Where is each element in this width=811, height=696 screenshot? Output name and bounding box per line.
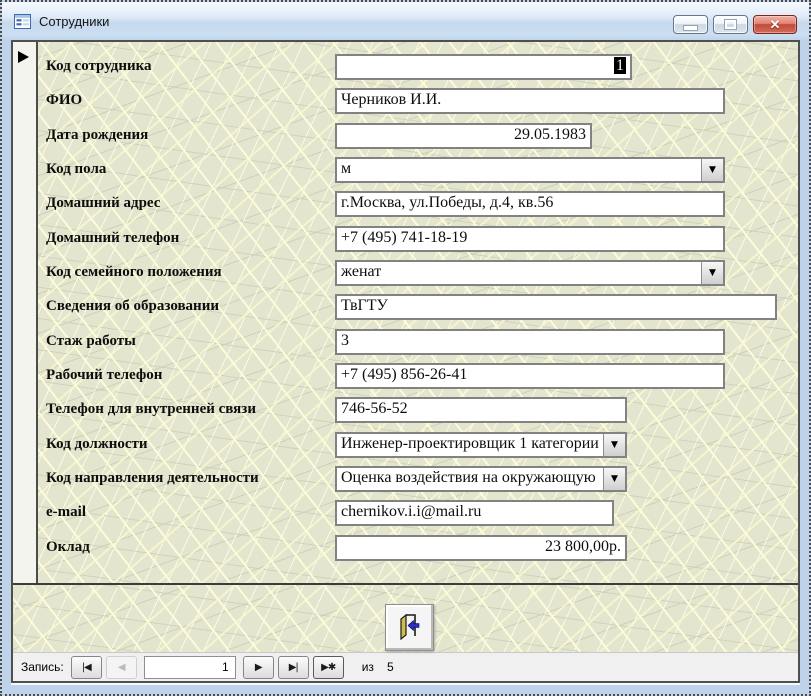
previous-record-icon: ◀ (118, 662, 125, 673)
home-phone-field[interactable]: +7 (495) 741-18-19 (335, 226, 725, 252)
maximize-icon (725, 20, 736, 29)
next-record-button[interactable]: ▶ (243, 656, 274, 679)
email-field[interactable]: chernikov.i.i@mail.ru (335, 500, 614, 526)
label-gender-code: Код пола (46, 161, 106, 178)
gender-combo[interactable]: м ▼ (335, 157, 725, 183)
exit-door-icon (398, 613, 422, 643)
close-icon: ✕ (770, 18, 781, 31)
label-education: Сведения об образовании (46, 298, 219, 315)
next-record-icon: ▶ (255, 662, 262, 673)
dropdown-arrow-icon[interactable]: ▼ (603, 468, 625, 490)
last-record-icon: ▶| (289, 662, 298, 673)
label-marital-status: Код семейного положения (46, 264, 222, 281)
home-address-field[interactable]: г.Москва, ул.Победы, д.4, кв.56 (335, 191, 725, 217)
full-name-field[interactable]: Черников И.И. (335, 88, 725, 114)
activity-direction-combo[interactable]: Оценка воздействия на окружающую ▼ (335, 466, 627, 492)
new-record-button[interactable]: ▶✱ (313, 656, 344, 679)
current-record-input[interactable]: 1 (144, 656, 236, 679)
employee-code-field[interactable]: 1 (335, 54, 632, 80)
record-selector-bar[interactable] (13, 42, 38, 583)
record-count-of-label: из (362, 660, 374, 674)
combo-value: Оценка воздействия на окружающую (341, 469, 596, 486)
record-label: Запись: (21, 660, 64, 674)
marital-status-combo[interactable]: женат ▼ (335, 260, 725, 286)
previous-record-button[interactable]: ◀ (106, 656, 137, 679)
label-salary: Оклад (46, 539, 90, 556)
label-work-experience: Стаж работы (46, 333, 136, 350)
window-controls: ✕ (673, 15, 797, 34)
label-home-phone: Домашний телефон (46, 230, 179, 247)
salary-field[interactable]: 23 800,00р. (335, 535, 627, 561)
label-activity-direction: Код направления деятельности (46, 470, 259, 487)
label-full-name: ФИО (46, 92, 82, 109)
access-form-window: Сотрудники ✕ Код сотрудника 1 ФИО Черник… (0, 0, 811, 696)
education-field[interactable]: ТвГТУ (335, 294, 777, 320)
record-navigation-bar: Запись: |◀ ◀ 1 ▶ ▶| ▶✱ из 5 (13, 652, 798, 681)
label-position-code: Код должности (46, 436, 148, 453)
form-client-area: Код сотрудника 1 ФИО Черников И.И. Дата … (11, 40, 800, 683)
combo-value: Инженер-проектировщик 1 категории (341, 435, 599, 452)
birth-date-field[interactable]: 29.05.1983 (335, 123, 592, 149)
combo-value: м (341, 160, 351, 177)
current-record-arrow-icon (18, 51, 29, 63)
maximize-button[interactable] (713, 15, 748, 34)
dropdown-arrow-icon[interactable]: ▼ (701, 262, 723, 284)
last-record-button[interactable]: ▶| (278, 656, 309, 679)
label-work-phone: Рабочий телефон (46, 367, 162, 384)
minimize-button[interactable] (673, 15, 708, 34)
window-title: Сотрудники (39, 14, 109, 29)
internal-phone-field[interactable]: 746-56-52 (335, 397, 627, 423)
minimize-icon (683, 25, 698, 31)
new-record-icon: ▶✱ (321, 662, 335, 673)
label-home-address: Домашний адрес (46, 195, 160, 212)
form-footer-section (13, 585, 798, 652)
label-internal-phone: Телефон для внутренней связи (46, 401, 256, 418)
first-record-icon: |◀ (82, 662, 91, 673)
position-combo[interactable]: Инженер-проектировщик 1 категории ▼ (335, 432, 627, 458)
record-count-total: 5 (387, 660, 394, 674)
combo-value: женат (341, 263, 381, 280)
dropdown-arrow-icon[interactable]: ▼ (701, 159, 723, 181)
selected-value: 1 (614, 57, 626, 74)
label-email: e-mail (46, 504, 86, 521)
work-experience-field[interactable]: 3 (335, 329, 725, 355)
form-detail-section: Код сотрудника 1 ФИО Черников И.И. Дата … (13, 42, 798, 583)
first-record-button[interactable]: |◀ (71, 656, 102, 679)
form-icon (14, 14, 31, 29)
titlebar[interactable]: Сотрудники ✕ (2, 2, 809, 40)
close-button[interactable]: ✕ (753, 15, 797, 34)
exit-form-button[interactable] (385, 604, 434, 651)
label-birth-date: Дата рождения (46, 127, 148, 144)
dropdown-arrow-icon[interactable]: ▼ (603, 434, 625, 456)
label-employee-code: Код сотрудника (46, 58, 152, 75)
work-phone-field[interactable]: +7 (495) 856-26-41 (335, 363, 725, 389)
